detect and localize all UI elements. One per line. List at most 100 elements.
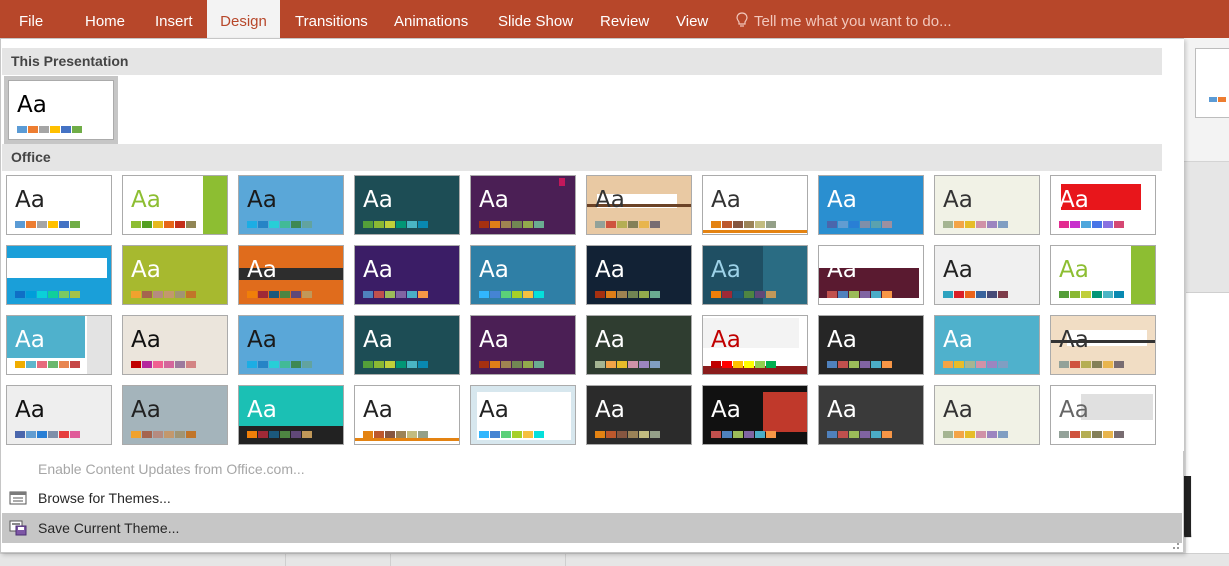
variant-thumbnail[interactable] (1195, 48, 1229, 118)
theme-tile[interactable]: Aa (702, 245, 808, 305)
theme-preview-text: Aa (363, 257, 393, 283)
theme-tile[interactable]: Aa (1050, 315, 1156, 375)
color-swatch (998, 431, 1008, 438)
color-swatch (385, 431, 395, 438)
theme-color-swatches (943, 291, 1009, 298)
menu-save-current-theme[interactable]: Save Current Theme... (2, 513, 1182, 543)
tab-view[interactable]: View (676, 0, 708, 38)
theme-tile[interactable]: Aa (702, 315, 808, 375)
color-swatch (59, 431, 69, 438)
color-swatch (175, 431, 185, 438)
theme-tile[interactable]: Aa (354, 175, 460, 235)
color-swatch (37, 431, 47, 438)
tab-transitions[interactable]: Transitions (295, 0, 368, 38)
color-swatch (943, 291, 953, 298)
theme-tile-current[interactable]: Aa (4, 76, 118, 144)
color-swatch (766, 291, 776, 298)
theme-tile[interactable]: Aa (470, 385, 576, 445)
color-swatch (617, 291, 627, 298)
theme-tile[interactable]: Aa (470, 245, 576, 305)
tab-design[interactable]: Design (207, 0, 280, 38)
theme-tile[interactable]: Aa (238, 175, 344, 235)
theme-tile[interactable]: Aa (6, 315, 112, 375)
theme-tile[interactable]: Aa (354, 385, 460, 445)
menu-browse-for-themes[interactable]: Browse for Themes... (2, 483, 1182, 513)
tab-home[interactable]: Home (85, 0, 125, 38)
theme-tile[interactable]: Aa (1050, 175, 1156, 235)
gallery-scrollbar[interactable] (1162, 39, 1184, 451)
color-swatch (15, 291, 25, 298)
color-swatch (385, 291, 395, 298)
color-swatch (59, 221, 69, 228)
color-swatch (247, 361, 257, 368)
tab-insert[interactable]: Insert (155, 0, 193, 38)
theme-preview-text: Aa (247, 187, 277, 213)
theme-color-swatches (247, 221, 313, 228)
theme-preview-text: Aa (595, 187, 625, 213)
browse-folder-icon (9, 491, 27, 505)
theme-tile[interactable]: Aa (934, 175, 1040, 235)
color-swatch (142, 221, 152, 228)
theme-tile[interactable]: Aa (238, 245, 344, 305)
theme-tile[interactable]: Aa (470, 315, 576, 375)
theme-tile[interactable]: Aa (354, 245, 460, 305)
color-swatch (385, 361, 395, 368)
tab-file[interactable]: File (19, 0, 43, 38)
theme-tile[interactable]: Aa (1050, 385, 1156, 445)
theme-tile[interactable]: Aa (122, 385, 228, 445)
theme-tile[interactable]: Aa (354, 315, 460, 375)
theme-tile[interactable]: Aa (586, 245, 692, 305)
theme-preview-text: Aa (479, 327, 509, 353)
color-swatch (59, 291, 69, 298)
lightbulb-icon (736, 12, 748, 27)
color-swatch (280, 361, 290, 368)
theme-tile[interactable]: Aa (702, 385, 808, 445)
theme-tile[interactable]: Aa (1050, 245, 1156, 305)
tab-review[interactable]: Review (600, 0, 649, 38)
color-swatch (827, 221, 837, 228)
theme-tile[interactable]: Aa (586, 315, 692, 375)
color-swatch (48, 221, 58, 228)
theme-tile[interactable]: Aa (122, 315, 228, 375)
color-swatch (987, 291, 997, 298)
theme-tile[interactable]: Aa (586, 175, 692, 235)
color-swatch (247, 291, 257, 298)
theme-tile[interactable]: Aa (470, 175, 576, 235)
color-swatch (490, 361, 500, 368)
color-swatch (37, 361, 47, 368)
color-swatch (131, 361, 141, 368)
theme-tile[interactable]: Aa (818, 315, 924, 375)
theme-tile[interactable]: Aa (934, 385, 1040, 445)
theme-tile[interactable]: Aa (818, 245, 924, 305)
color-swatch (70, 361, 80, 368)
theme-preview-text: Aa (827, 397, 857, 423)
color-swatch (258, 291, 268, 298)
tell-me-search[interactable]: Tell me what you want to do... (736, 0, 952, 38)
color-swatch (153, 221, 163, 228)
resize-grip-icon[interactable] (1171, 541, 1179, 549)
theme-decoration (703, 230, 807, 233)
theme-tile[interactable]: Aa (238, 385, 344, 445)
theme-tile[interactable]: Aa (238, 315, 344, 375)
menu-enable-content-updates[interactable]: Enable Content Updates from Office.com..… (2, 454, 1182, 484)
theme-tile[interactable]: Aa (818, 385, 924, 445)
theme-tile[interactable]: Aa (122, 245, 228, 305)
theme-tile[interactable]: Aa (934, 315, 1040, 375)
theme-tile[interactable]: Aa (934, 245, 1040, 305)
theme-tile[interactable]: Aa (122, 175, 228, 235)
theme-tile[interactable]: Aa (702, 175, 808, 235)
color-swatch (998, 361, 1008, 368)
color-swatch (15, 361, 25, 368)
theme-preview-text: Aa (15, 327, 45, 353)
tab-animations[interactable]: Animations (394, 0, 468, 38)
theme-decoration (763, 392, 807, 432)
tab-slide-show[interactable]: Slide Show (498, 0, 573, 38)
color-swatch (175, 291, 185, 298)
color-swatch (1114, 291, 1124, 298)
theme-tile[interactable]: Aa (6, 175, 112, 235)
theme-tile[interactable]: Aa (818, 175, 924, 235)
theme-tile[interactable]: Aa (6, 245, 112, 305)
theme-preview-text: Aa (711, 397, 741, 423)
theme-tile[interactable]: Aa (586, 385, 692, 445)
theme-tile[interactable]: Aa (6, 385, 112, 445)
